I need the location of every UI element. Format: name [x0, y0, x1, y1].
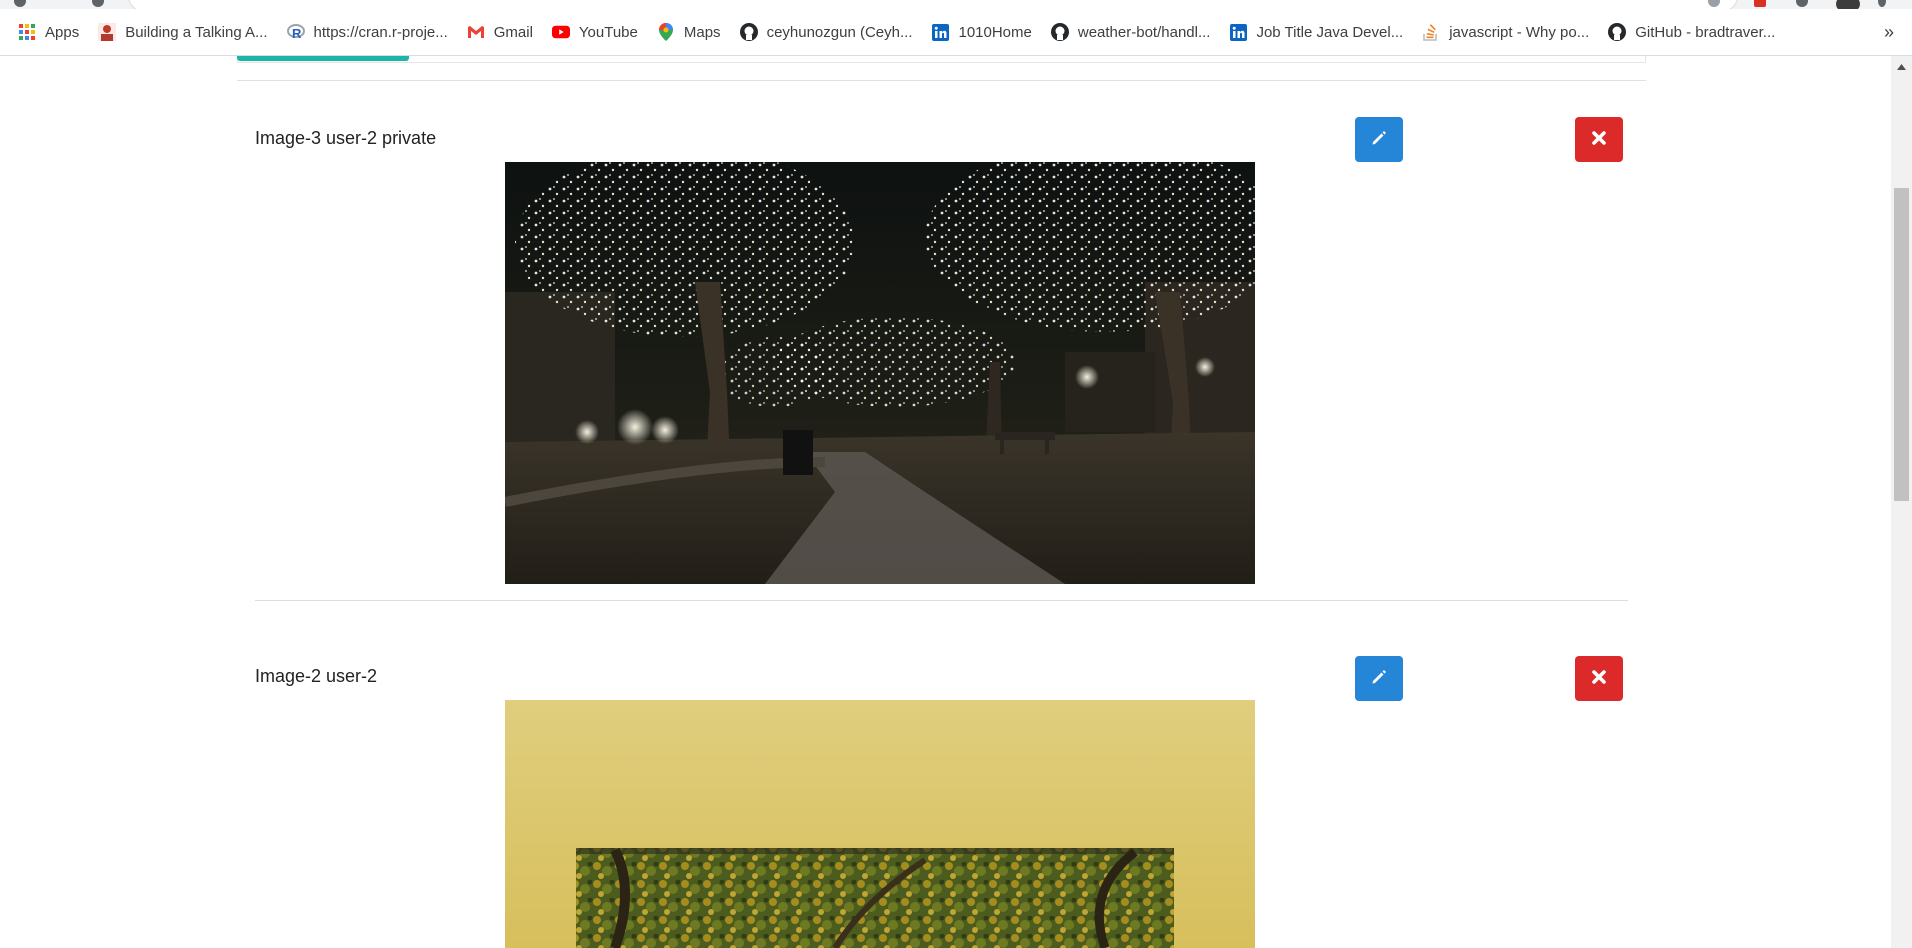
- bookmark-github-bradtraver[interactable]: GitHub - bradtraver...: [1600, 15, 1786, 49]
- extensions-puzzle-icon[interactable]: [1796, 0, 1808, 7]
- bookmark-maps[interactable]: Maps: [649, 15, 732, 49]
- browser-toolbar: [0, 0, 1912, 9]
- stackoverflow-icon: [1422, 23, 1440, 41]
- person-thumbnail-icon: [98, 23, 117, 41]
- bookmark-job-title[interactable]: Job Title Java Devel...: [1221, 15, 1414, 49]
- bookmark-building-talking[interactable]: Building a Talking A...: [90, 15, 278, 49]
- bookmark-label: weather-bot/handl...: [1077, 23, 1211, 41]
- bookmarks-bar: Apps Building a Talking A... R https://c…: [0, 9, 1912, 56]
- bookmark-youtube[interactable]: YouTube: [544, 15, 649, 49]
- address-bar[interactable]: [128, 0, 1738, 9]
- edit-button[interactable]: [1355, 656, 1403, 701]
- bookmark-apps[interactable]: Apps: [10, 15, 90, 49]
- delete-button[interactable]: [1575, 117, 1623, 162]
- bookmark-label: Gmail: [493, 23, 533, 41]
- github-icon: [1608, 23, 1627, 41]
- bookmark-label: ceyhunozgun (Ceyh...: [766, 23, 913, 41]
- bookmark-1010home[interactable]: 1010Home: [923, 15, 1042, 49]
- bookmark-weather-bot[interactable]: weather-bot/handl...: [1043, 15, 1222, 49]
- active-tab-indicator: [237, 56, 409, 61]
- bookmark-label: GitHub - bradtraver...: [1635, 23, 1776, 41]
- bookmark-label: Apps: [45, 23, 80, 41]
- bookmark-label: Maps: [683, 23, 721, 41]
- close-x-icon: [1591, 669, 1607, 688]
- github-icon: [739, 23, 758, 41]
- divider: [237, 80, 1646, 81]
- youtube-icon: [551, 23, 570, 41]
- linkedin-icon: [1229, 23, 1247, 41]
- post-title: Image-2 user-2: [255, 666, 378, 686]
- autumn-trees-poster-photo: [505, 700, 1255, 948]
- post-title: Image-3 user-2 private: [255, 128, 437, 148]
- menu-kebab-icon[interactable]: [1878, 0, 1886, 7]
- bookmark-label: javascript - Why po...: [1449, 23, 1590, 41]
- close-x-icon: [1591, 130, 1607, 149]
- bookmark-label: Job Title Java Devel...: [1256, 23, 1404, 41]
- tab-panel-border: [237, 56, 1646, 63]
- profile-avatar[interactable]: [1836, 0, 1860, 9]
- apps-grid-icon: [18, 23, 36, 41]
- bookmark-label: 1010Home: [958, 23, 1032, 41]
- bookmark-gmail[interactable]: Gmail: [459, 15, 544, 49]
- bookmark-label: Building a Talking A...: [125, 23, 268, 41]
- gmail-icon: [467, 23, 485, 41]
- scroll-up-arrow-icon[interactable]: [1891, 60, 1912, 74]
- edit-button[interactable]: [1355, 117, 1403, 162]
- bookmark-javascript[interactable]: javascript - Why po...: [1414, 15, 1600, 49]
- r-logo-icon: R: [286, 23, 305, 41]
- linkedin-icon: [931, 23, 949, 41]
- page-scrollbar[interactable]: [1891, 56, 1912, 948]
- delete-button[interactable]: [1575, 656, 1623, 701]
- back-icon[interactable]: [14, 0, 26, 7]
- maps-pin-icon: [657, 23, 675, 41]
- bookmark-cran[interactable]: R https://cran.r-proje...: [279, 15, 459, 49]
- bookmark-label: https://cran.r-proje...: [313, 23, 448, 41]
- night-park-lights-photo: [505, 162, 1255, 584]
- post-divider: [255, 600, 1628, 601]
- pencil-icon: [1370, 668, 1388, 689]
- bookmarks-overflow-button[interactable]: »: [1884, 9, 1894, 56]
- reload-icon[interactable]: [92, 0, 104, 7]
- bookmark-label: YouTube: [578, 23, 638, 41]
- github-icon: [1050, 23, 1069, 41]
- bookmark-ceyhunozgun[interactable]: ceyhunozgun (Ceyh...: [732, 15, 924, 49]
- scrollbar-thumb[interactable]: [1894, 188, 1909, 501]
- pencil-icon: [1370, 129, 1388, 150]
- svg-text:R: R: [292, 26, 302, 40]
- extension-icon[interactable]: [1754, 0, 1766, 7]
